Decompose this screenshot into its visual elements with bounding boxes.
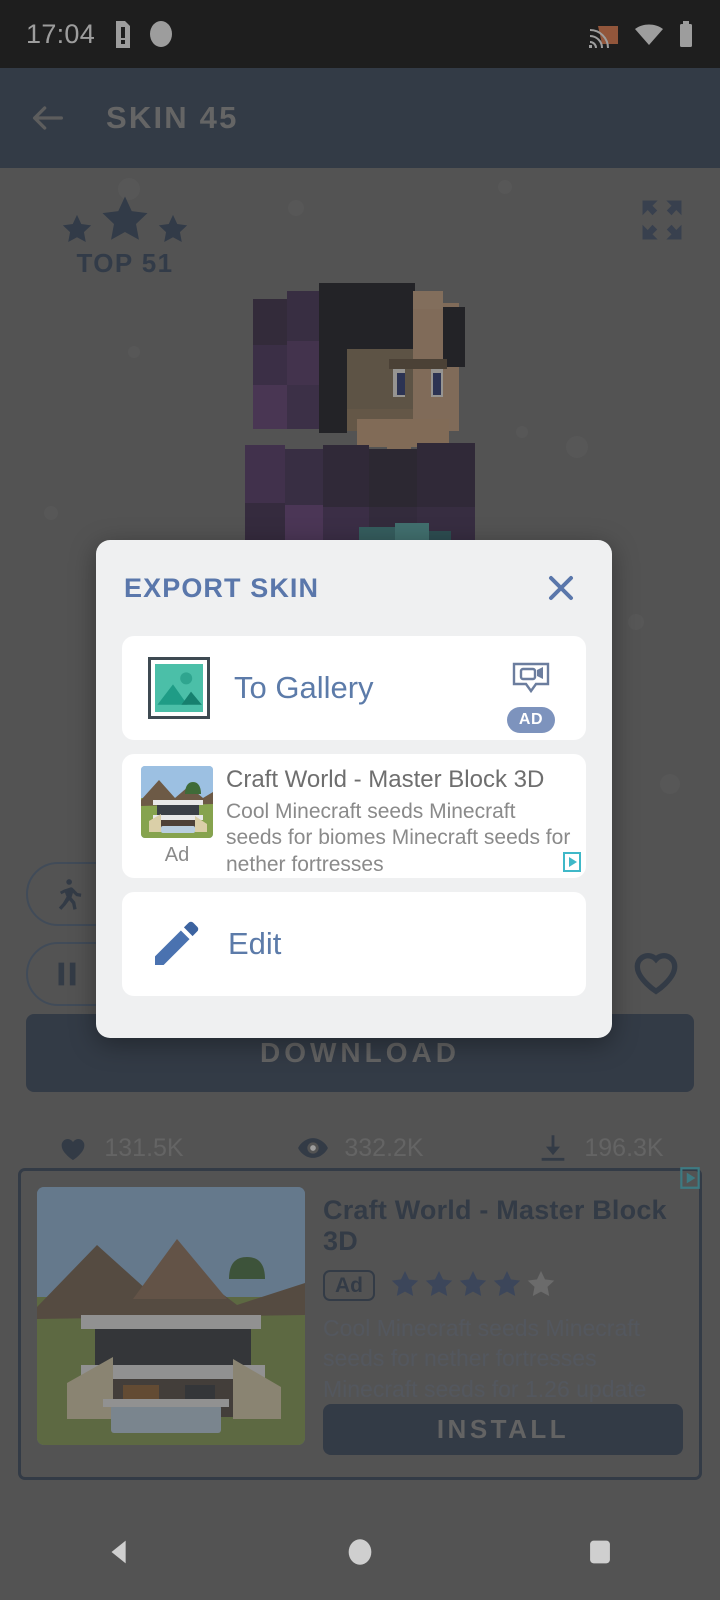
nav-home-icon[interactable]: [330, 1522, 390, 1582]
adchoices-icon[interactable]: [560, 850, 584, 874]
inline-ad-title: Craft World - Master Block 3D: [226, 766, 545, 793]
inline-ad-right: Craft World - Master Block 3D Cool Minec…: [218, 766, 586, 878]
option-edit-label: Edit: [228, 926, 282, 962]
dialog-title: EXPORT SKIN: [124, 572, 320, 603]
pencil-edit-icon: [148, 916, 204, 972]
inline-ad-description: Cool Minecraft seeds Minecraft seeds for…: [226, 799, 571, 876]
android-nav-bar: [0, 1504, 720, 1600]
inline-ad-label: Ad: [164, 844, 190, 866]
ad-pill-label: AD: [507, 707, 555, 733]
video-ad-icon[interactable]: AD: [500, 660, 562, 733]
export-skin-dialog: EXPORT SKIN To Gallery AD Ad Craft World…: [96, 540, 612, 1039]
dialog-inline-ad[interactable]: Ad Craft World - Master Block 3D Cool Mi…: [122, 754, 586, 879]
dialog-header: EXPORT SKIN: [96, 540, 612, 636]
close-icon[interactable]: [538, 565, 584, 611]
inline-ad-left: Ad: [136, 766, 218, 878]
gallery-image-icon: [148, 657, 210, 719]
nav-back-icon[interactable]: [90, 1522, 150, 1582]
option-to-gallery[interactable]: To Gallery AD: [122, 636, 586, 740]
option-to-gallery-label: To Gallery: [234, 670, 374, 705]
nav-recents-icon[interactable]: [570, 1522, 630, 1582]
option-edit[interactable]: Edit: [122, 892, 586, 997]
inline-ad-thumbnail: [141, 766, 213, 838]
